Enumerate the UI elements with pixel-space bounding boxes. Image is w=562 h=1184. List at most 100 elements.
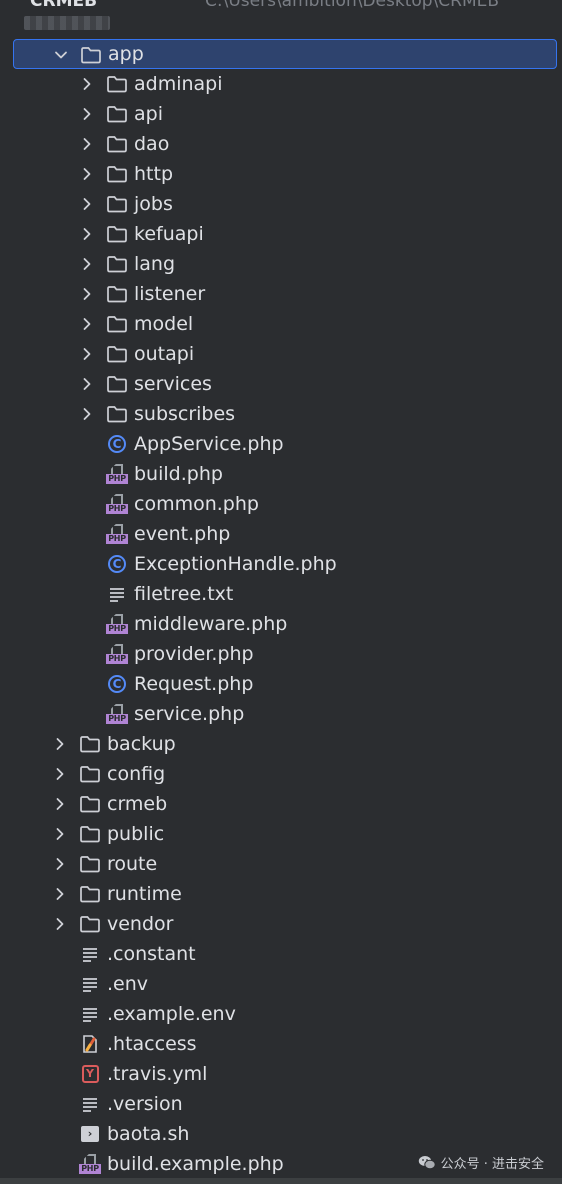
tree-item-label: kefuapi [134,223,204,245]
tree-item-label: outapi [134,343,195,365]
htaccess-file-icon [79,1033,101,1055]
folder-icon [79,733,101,755]
folder-icon [106,223,128,245]
tree-item-common-php[interactable]: PHP common.php [0,489,562,519]
tree-item-label: build.php [134,463,223,485]
tree-item-label: dao [134,133,170,155]
tree-item-provider-php[interactable]: PHP provider.php [0,639,562,669]
chevron-right-icon[interactable] [52,789,68,819]
tree-item-label: .env [107,973,149,995]
tree-item-event-php[interactable]: PHP event.php [0,519,562,549]
tree-item-config[interactable]: config [0,759,562,789]
tree-item-model[interactable]: model [0,309,562,339]
tree-item-kefuapi[interactable]: kefuapi [0,219,562,249]
chevron-right-icon[interactable] [79,69,95,99]
tree-item-htaccess[interactable]: .htaccess [0,1029,562,1059]
blurred-toolbar [24,16,110,30]
folder-icon [79,823,101,845]
folder-icon [106,403,128,425]
chevron-right-icon[interactable] [79,369,95,399]
folder-icon [106,73,128,95]
tree-item-constant[interactable]: .constant [0,939,562,969]
tree-item-backup[interactable]: backup [0,729,562,759]
tree-item-adminapi[interactable]: adminapi [0,69,562,99]
chevron-right-icon[interactable] [79,189,95,219]
tree-item-runtime[interactable]: runtime [0,879,562,909]
chevron-right-icon[interactable] [52,849,68,879]
chevron-right-icon[interactable] [79,99,95,129]
tree-item-public[interactable]: public [0,819,562,849]
chevron-right-icon[interactable] [79,159,95,189]
chevron-right-icon[interactable] [52,909,68,939]
folder-icon [79,883,101,905]
tree-item-label: http [134,163,174,185]
chevron-right-icon[interactable] [79,309,95,339]
tree-item-label: vendor [107,913,174,935]
watermark: 公众号 · 进击安全 [418,1153,544,1172]
tree-item-appservice-php[interactable]: C AppService.php [0,429,562,459]
chevron-right-icon[interactable] [79,129,95,159]
tree-item-request-php[interactable]: C Request.php [0,669,562,699]
tree-item-example-env[interactable]: .example.env [0,999,562,1029]
tree-item-lang[interactable]: lang [0,249,562,279]
tree-item-exceptionhandle-php[interactable]: C ExceptionHandle.php [0,549,562,579]
folder-icon [79,763,101,785]
tree-item-middleware-php[interactable]: PHP middleware.php [0,609,562,639]
folder-icon [106,283,128,305]
chevron-right-icon[interactable] [52,729,68,759]
tree-item-outapi[interactable]: outapi [0,339,562,369]
tree-item-api[interactable]: api [0,99,562,129]
tree-item-label: baota.sh [107,1123,190,1145]
folder-icon [80,44,102,66]
chevron-right-icon[interactable] [79,219,95,249]
text-file-icon [79,943,101,965]
php-file-icon: PHP [106,703,128,725]
php-file-icon: PHP [106,643,128,665]
folder-icon [106,253,128,275]
tree-item-http[interactable]: http [0,159,562,189]
tree-item-filetree-txt[interactable]: filetree.txt [0,579,562,609]
chevron-down-icon[interactable] [53,40,69,70]
project-name[interactable]: CRMEB [30,0,97,10]
tree-item-services[interactable]: services [0,369,562,399]
chevron-right-icon[interactable] [79,279,95,309]
tree-item-label: filetree.txt [134,583,234,605]
php-file-icon: PHP [106,493,128,515]
tree-item-baota-sh[interactable]: › baota.sh [0,1119,562,1149]
chevron-right-icon[interactable] [79,399,95,429]
tree-item-label: crmeb [107,793,168,815]
tree-item-label: common.php [134,493,259,515]
tree-item-env[interactable]: .env [0,969,562,999]
tree-item-build-php[interactable]: PHP build.php [0,459,562,489]
tree-item-route[interactable]: route [0,849,562,879]
tree-item-service-php[interactable]: PHP service.php [0,699,562,729]
folder-icon [106,313,128,335]
folder-icon [106,343,128,365]
tree-item-subscribes[interactable]: subscribes [0,399,562,429]
tree-item-label: ExceptionHandle.php [134,553,337,575]
chevron-right-icon[interactable] [52,879,68,909]
tree-item-label: public [107,823,165,845]
chevron-right-icon[interactable] [52,759,68,789]
tree-item-version[interactable]: .version [0,1089,562,1119]
tree-item-crmeb[interactable]: crmeb [0,789,562,819]
tree-item-label: .version [107,1093,183,1115]
tree-item-dao[interactable]: dao [0,129,562,159]
tree-item-listener[interactable]: listener [0,279,562,309]
chevron-right-icon[interactable] [79,249,95,279]
tree-item-label: lang [134,253,176,275]
folder-icon [79,913,101,935]
tree-item-label: listener [134,283,206,305]
php-class-icon: C [106,673,128,695]
tree-item-travis-yml[interactable]: Y .travis.yml [0,1059,562,1089]
tree-item-label: .example.env [107,1003,236,1025]
tree-item-label: model [134,313,194,335]
tree-item-label: .htaccess [107,1033,197,1055]
chevron-right-icon[interactable] [52,819,68,849]
tree-item-app[interactable]: app [13,39,557,69]
tree-item-jobs[interactable]: jobs [0,189,562,219]
chevron-right-icon[interactable] [79,339,95,369]
php-file-icon: PHP [106,523,128,545]
project-tree: app adminapi api dao http jobs kefuapi lang list… [0,39,562,1179]
tree-item-vendor[interactable]: vendor [0,909,562,939]
